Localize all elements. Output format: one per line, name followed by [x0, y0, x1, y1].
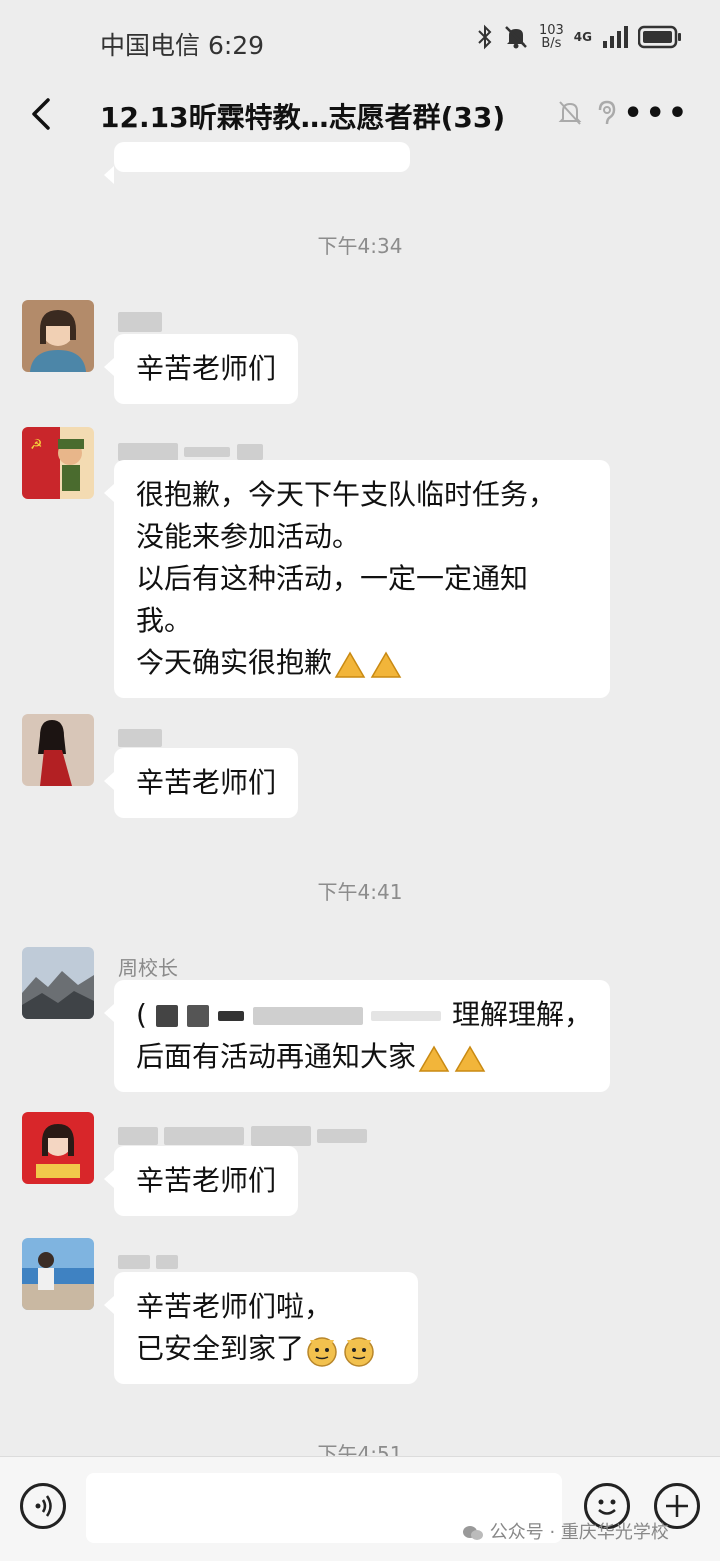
watermark: 公众号 · 重庆华光学校 [462, 1518, 669, 1544]
avatar[interactable] [22, 1238, 94, 1310]
sender-name [118, 438, 263, 462]
message-line: 已安全到家了 [136, 1332, 305, 1365]
timestamp: 下午4:34 [317, 234, 403, 258]
message-bubble[interactable]: 辛苦老师们 [103, 748, 299, 818]
input-bar [0, 1456, 720, 1561]
timestamp: 下午4:41 [317, 880, 403, 904]
sender-name [118, 1248, 179, 1272]
battery-icon [638, 25, 681, 49]
svg-text:☭: ☭ [30, 437, 43, 453]
chat-area[interactable]: 下午4:34 辛苦老师们 ☭ 很抱歉，今天下午支队临时任务， 没能来参加活动。 … [0, 142, 720, 1466]
network-speed: 103 B/s [539, 24, 564, 50]
doge-emoji-icon [307, 1337, 374, 1367]
sender-name [118, 724, 162, 748]
pray-hands-icon [334, 651, 402, 678]
avatar[interactable] [22, 947, 94, 1019]
message-bubble[interactable]: 辛苦老师们 [103, 1146, 299, 1216]
mute-bell-icon [505, 26, 527, 49]
message-bubble[interactable]: ( 理解理解， 后面有活动再通知大家 [104, 980, 610, 1092]
network-type: 4G [573, 30, 592, 44]
avatar[interactable] [22, 1112, 94, 1184]
back-arrow-icon[interactable] [26, 94, 56, 134]
carrier-time: 中国电信 6:29 [100, 31, 265, 60]
voice-input-icon[interactable] [20, 1483, 66, 1529]
wechat-logo-icon [463, 1526, 483, 1540]
message-line-with-emoji: 今天确实很抱歉 [136, 642, 588, 684]
message-text: 辛苦老师们 [136, 352, 277, 385]
sender-name: 周校长 [118, 956, 178, 980]
sender-name [118, 308, 162, 332]
message-line: 没能来参加活动。 [136, 520, 361, 553]
message-bubble[interactable]: 很抱歉，今天下午支队临时任务， 没能来参加活动。 以后有这种活动，一定一定通知 … [104, 460, 610, 698]
message-line: 理解理解， [452, 998, 593, 1031]
signal-icon [603, 26, 628, 48]
message-line: 后面有活动再通知大家 [136, 1040, 417, 1073]
status-icons: 103 B/s 4G [477, 24, 682, 50]
speed-unit: B/s [541, 36, 562, 51]
earpiece-icon [598, 100, 616, 125]
sender-name [118, 1122, 368, 1146]
message-line-redacted: ( 理解理解， [136, 994, 592, 1036]
message-line-with-emoji: 已安全到家了 [136, 1328, 396, 1370]
status-bar: 中国电信 6:29 103 B/s 4G [0, 0, 720, 84]
message-bubble-partial[interactable] [104, 142, 410, 184]
watermark-text: 公众号 · 重庆华光学校 [489, 1522, 669, 1543]
message-line: 今天确实很抱歉 [136, 646, 333, 679]
message-bubble[interactable]: 辛苦老师们 [103, 334, 299, 404]
message-bubble[interactable]: 辛苦老师们啦， 已安全到家了 [104, 1272, 418, 1384]
avatar[interactable] [22, 714, 94, 786]
bluetooth-icon [478, 24, 492, 50]
message-line: 辛苦老师们啦， [136, 1290, 333, 1323]
avatar[interactable]: ☭ [22, 427, 94, 499]
pray-hands-icon [418, 1045, 486, 1072]
message-line: 我。 [136, 604, 193, 637]
avatar[interactable] [22, 300, 94, 372]
message-line: 很抱歉，今天下午支队临时任务， [136, 478, 557, 511]
more-options-icon[interactable]: ••• [623, 96, 690, 131]
message-line: 以后有这种活动，一定一定通知 [136, 562, 529, 595]
message-text: 辛苦老师们 [136, 1164, 277, 1197]
chat-title: 12.13昕霖特教…志愿者群(33) [100, 101, 506, 134]
message-line-with-emoji: 后面有活动再通知大家 [136, 1036, 588, 1078]
message-text: 辛苦老师们 [136, 766, 277, 799]
mute-notifications-icon [558, 101, 582, 125]
